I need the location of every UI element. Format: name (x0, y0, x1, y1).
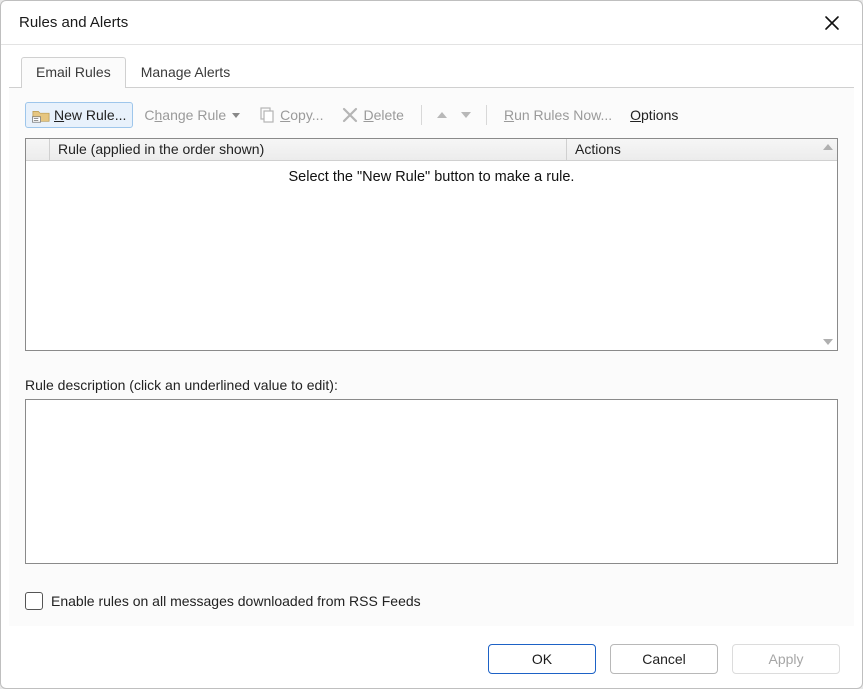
change-rule-button[interactable]: Change Rule (137, 103, 247, 127)
tab-row: Email Rules Manage Alerts (1, 45, 862, 88)
rule-description-label: Rule description (click an underlined va… (25, 377, 838, 393)
new-rule-button[interactable]: New Rule... (25, 102, 133, 128)
empty-list-text: Select the "New Rule" button to make a r… (289, 169, 575, 185)
copy-button[interactable]: Copy... (251, 102, 330, 128)
options-button[interactable]: Options (623, 103, 685, 127)
close-icon (824, 15, 840, 31)
chevron-up-icon (823, 144, 833, 150)
tab-label: Email Rules (36, 64, 111, 80)
button-label: Options (630, 107, 678, 123)
tab-manage-alerts[interactable]: Manage Alerts (126, 57, 246, 88)
rules-list-header: Rule (applied in the order shown) Action… (26, 139, 837, 161)
rules-list-body[interactable]: Select the "New Rule" button to make a r… (26, 161, 837, 350)
move-up-button[interactable] (432, 105, 452, 125)
rss-checkbox[interactable] (25, 592, 43, 610)
toolbar-separator (486, 105, 487, 125)
button-label: Apply (768, 651, 803, 667)
chevron-down-icon (823, 339, 833, 345)
delete-button[interactable]: Delete (334, 102, 410, 128)
rules-and-alerts-window: Rules and Alerts Email Rules Manage Aler… (0, 0, 863, 689)
scroll-up-button[interactable] (821, 140, 835, 154)
column-checkbox[interactable] (26, 139, 50, 160)
button-label: OK (532, 651, 552, 667)
arrow-up-icon (437, 112, 447, 118)
run-rules-now-button[interactable]: Run Rules Now... (497, 103, 619, 127)
rss-checkbox-label: Enable rules on all messages downloaded … (51, 593, 421, 609)
apply-button[interactable]: Apply (732, 644, 840, 674)
column-actions-header[interactable]: Actions (567, 139, 837, 160)
toolbar-separator (421, 105, 422, 125)
rss-checkbox-row[interactable]: Enable rules on all messages downloaded … (25, 592, 838, 610)
column-rule-header[interactable]: Rule (applied in the order shown) (50, 139, 567, 160)
scroll-down-button[interactable] (821, 335, 835, 349)
chevron-down-icon (232, 113, 240, 118)
copy-icon (258, 106, 276, 124)
rules-list: Rule (applied in the order shown) Action… (25, 138, 838, 351)
move-down-button[interactable] (456, 105, 476, 125)
cancel-button[interactable]: Cancel (610, 644, 718, 674)
tab-email-rules[interactable]: Email Rules (21, 57, 126, 88)
tab-panel-email-rules: New Rule... Change Rule Copy... Delete (9, 88, 854, 626)
folder-rule-icon (32, 106, 50, 124)
close-button[interactable] (816, 7, 848, 39)
button-label: Change Rule (144, 107, 226, 123)
button-label: Delete (363, 107, 403, 123)
rule-description-box[interactable] (25, 399, 838, 564)
delete-icon (341, 106, 359, 124)
toolbar: New Rule... Change Rule Copy... Delete (25, 100, 838, 138)
tab-label: Manage Alerts (141, 64, 231, 80)
ok-button[interactable]: OK (488, 644, 596, 674)
arrow-down-icon (461, 112, 471, 118)
button-label: Copy... (280, 107, 323, 123)
button-label: New Rule... (54, 107, 126, 123)
button-label: Cancel (642, 651, 686, 667)
button-label: Run Rules Now... (504, 107, 612, 123)
title-bar: Rules and Alerts (1, 1, 862, 45)
window-title: Rules and Alerts (19, 14, 816, 31)
dialog-button-row: OK Cancel Apply (1, 634, 862, 688)
